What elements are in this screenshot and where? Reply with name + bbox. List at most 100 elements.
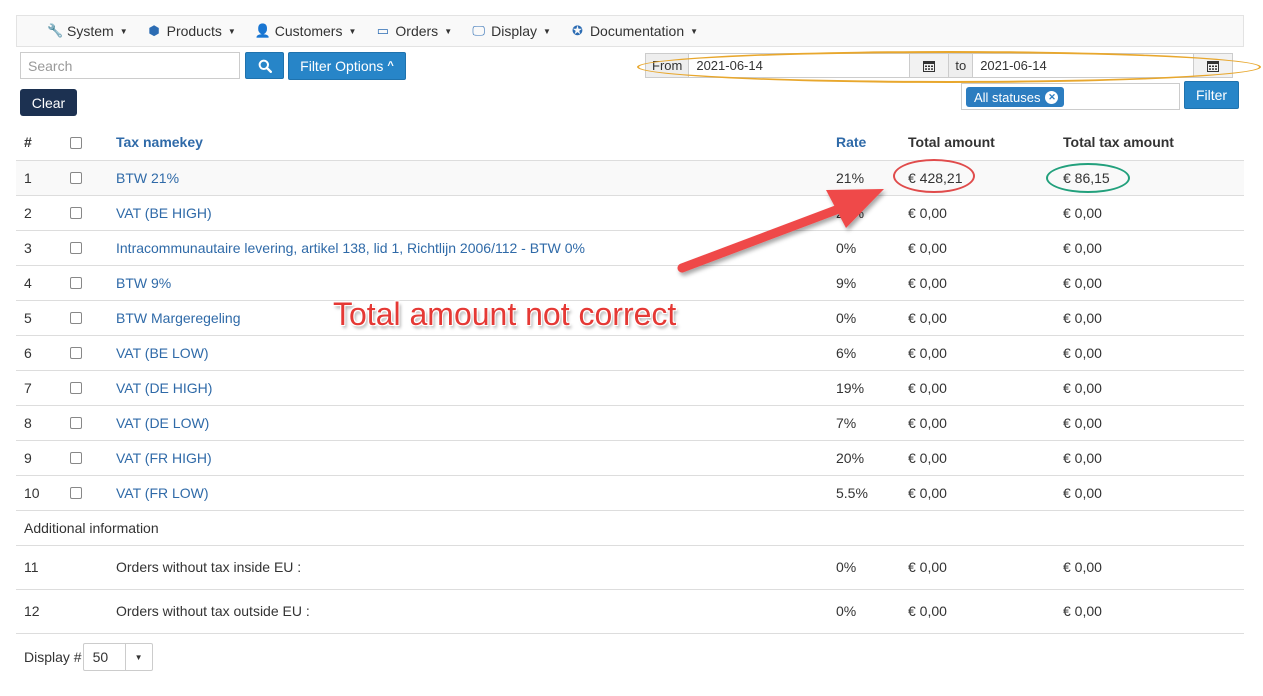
status-filter-select[interactable]: All statuses ✕ <box>961 83 1180 110</box>
tax-name-link[interactable]: BTW Margeregeling <box>116 310 241 326</box>
row-total-amount: € 0,00 <box>908 589 1063 634</box>
wrench-icon: 🔧 <box>47 23 64 38</box>
row-rate: 9% <box>836 265 908 301</box>
row-checkbox[interactable] <box>70 172 82 184</box>
menu-orders[interactable]: ▭ Orders ▼ <box>375 23 452 39</box>
row-checkbox[interactable] <box>70 417 82 429</box>
row-total-tax-amount: € 0,00 <box>1063 475 1244 511</box>
row-total-amount: € 0,00 <box>908 335 1063 371</box>
menu-display-label: Display <box>491 23 538 39</box>
tax-name-link[interactable]: VAT (DE HIGH) <box>116 380 212 396</box>
row-name-cell: VAT (BE LOW) <box>116 335 836 371</box>
row-rate: 20% <box>836 440 908 476</box>
row-checkbox[interactable] <box>70 277 82 289</box>
display-limit-select[interactable]: 50 ▼ <box>82 643 153 671</box>
row-empty-cell <box>62 545 116 590</box>
row-name-cell: BTW 9% <box>116 265 836 301</box>
header-rate[interactable]: Rate <box>836 125 908 161</box>
row-total-tax-amount: € 0,00 <box>1063 230 1244 266</box>
row-total-amount: € 0,00 <box>908 300 1063 336</box>
tax-name-link[interactable]: VAT (BE HIGH) <box>116 205 212 221</box>
date-from-input[interactable]: 2021-06-14 <box>689 53 910 78</box>
row-total-amount: € 0,00 <box>908 545 1063 590</box>
menu-display[interactable]: 🖵 Display ▼ <box>471 23 551 39</box>
row-num: 7 <box>16 370 62 406</box>
row-total-amount: € 0,00 <box>908 405 1063 441</box>
row-checkbox[interactable] <box>70 382 82 394</box>
row-num: 6 <box>16 335 62 371</box>
select-all-checkbox[interactable] <box>70 136 82 149</box>
table-row: 9 VAT (FR HIGH) 20% € 0,00 € 0,00 <box>16 440 1244 476</box>
menu-orders-label: Orders <box>395 23 439 39</box>
header-num: # <box>16 125 62 161</box>
row-total-tax-amount: € 0,00 <box>1063 589 1244 634</box>
row-rate: 6% <box>836 335 908 371</box>
row-total-amount: € 0,00 <box>908 195 1063 231</box>
row-num: 4 <box>16 265 62 301</box>
chevron-up-icon: ^ <box>387 60 394 72</box>
row-rate: 21% <box>836 195 908 231</box>
tax-name-link[interactable]: VAT (DE LOW) <box>116 415 209 431</box>
row-rate: 0% <box>836 545 908 590</box>
row-num: 3 <box>16 230 62 266</box>
row-checkbox[interactable] <box>70 242 82 254</box>
row-num: 11 <box>16 545 62 590</box>
caret-down-icon: ▼ <box>119 26 128 36</box>
row-rate: 19% <box>836 370 908 406</box>
caret-down-icon: ▼ <box>348 26 357 36</box>
life-ring-icon: ✪ <box>571 23 583 38</box>
calendar-icon <box>1207 60 1220 72</box>
table-row: 6 VAT (BE LOW) 6% € 0,00 € 0,00 <box>16 335 1244 371</box>
caret-down-icon: ▼ <box>444 26 453 36</box>
search-icon <box>258 59 272 73</box>
date-to-calendar-button[interactable] <box>1193 53 1234 78</box>
menu-products[interactable]: ⬢ Products ▼ <box>147 23 236 39</box>
close-icon[interactable]: ✕ <box>1045 90 1059 104</box>
menu-products-label: Products <box>166 23 222 39</box>
menu-customers-label: Customers <box>274 23 343 39</box>
row-rate: 0% <box>836 589 908 634</box>
row-rate: 7% <box>836 405 908 441</box>
tax-name-link[interactable]: VAT (FR LOW) <box>116 485 209 501</box>
tax-name-link[interactable]: VAT (FR HIGH) <box>116 450 212 466</box>
filter-button[interactable]: Filter <box>1184 81 1239 109</box>
row-name-cell: VAT (FR LOW) <box>116 475 836 511</box>
tax-name-link[interactable]: Intracommunautaire levering, artikel 138… <box>116 240 585 256</box>
row-total-tax-amount: € 0,00 <box>1063 370 1244 406</box>
row-checkbox[interactable] <box>70 312 82 324</box>
date-to-label: to <box>949 53 974 78</box>
header-tax-namekey[interactable]: Tax namekey <box>116 125 836 161</box>
header-total-tax-amount: Total tax amount <box>1063 125 1244 161</box>
row-name-cell: Intracommunautaire levering, artikel 138… <box>116 230 836 266</box>
annotation-red-ellipse <box>893 159 975 193</box>
annotation-green-ellipse <box>1046 163 1130 193</box>
row-total-tax-amount: € 0,00 <box>1063 405 1244 441</box>
search-button[interactable] <box>245 52 284 79</box>
menu-documentation-label: Documentation <box>589 23 685 39</box>
additional-info-row: Additional information <box>16 510 1244 546</box>
filter-options-button[interactable]: Filter Options ^ <box>288 52 406 80</box>
row-total-tax-amount: € 0,00 <box>1063 545 1244 590</box>
row-checkbox-cell <box>62 405 116 441</box>
tax-name-link[interactable]: BTW 21% <box>116 170 179 186</box>
table-header-row: # Tax namekey Rate Total amount Total ta… <box>16 125 1244 161</box>
date-from-calendar-button[interactable] <box>909 53 950 78</box>
menu-system[interactable]: 🔧 System ▼ <box>47 23 128 39</box>
row-checkbox[interactable] <box>70 452 82 464</box>
row-checkbox[interactable] <box>70 207 82 219</box>
tax-name-link[interactable]: BTW 9% <box>116 275 171 291</box>
status-chip-label: All statuses <box>974 89 1041 105</box>
search-input[interactable] <box>20 52 240 79</box>
menu-documentation[interactable]: ✪ Documentation ▼ <box>570 23 698 39</box>
clear-button[interactable]: Clear <box>20 89 77 116</box>
tax-name-link[interactable]: VAT (BE LOW) <box>116 345 209 361</box>
row-checkbox-cell <box>62 300 116 336</box>
menu-customers[interactable]: 👤 Customers ▼ <box>255 23 357 39</box>
row-name-cell: BTW 21% <box>116 160 836 196</box>
caret-down-icon: ▼ <box>227 26 236 36</box>
date-to-input[interactable]: 2021-06-14 <box>973 53 1194 78</box>
table-row: 2 VAT (BE HIGH) 21% € 0,00 € 0,00 <box>16 195 1244 231</box>
row-checkbox[interactable] <box>70 347 82 359</box>
annotation-text: Total amount not correct <box>333 296 677 332</box>
row-checkbox[interactable] <box>70 487 82 499</box>
